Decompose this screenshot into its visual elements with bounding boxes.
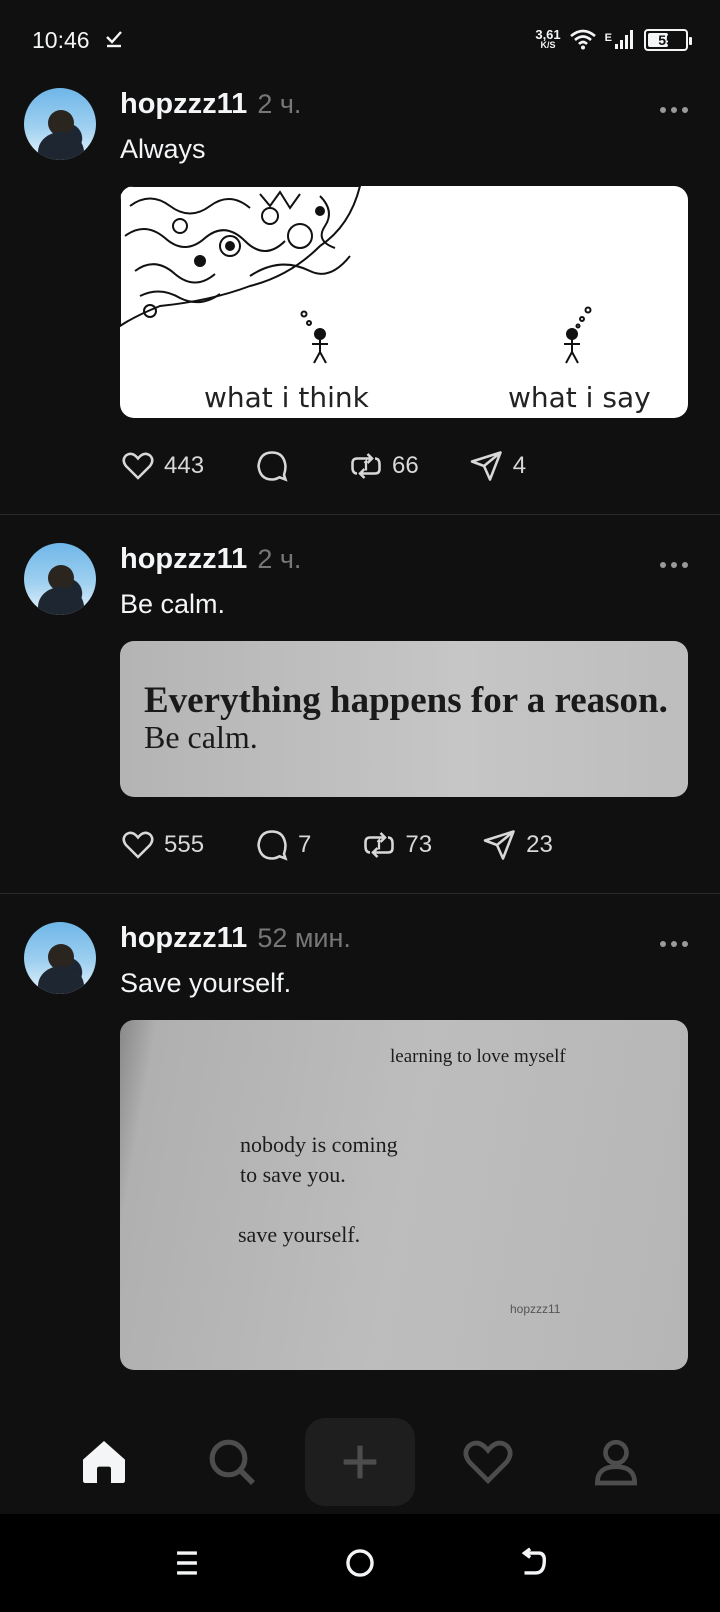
post-time: 52 мин. [257,923,351,953]
nav-home[interactable] [49,1418,159,1506]
like-button[interactable]: 443 [120,448,204,484]
home-icon [83,1441,125,1483]
user-line: hopzzz11 2 ч. [120,543,301,576]
post-header: hopzzz11 2 ч. [120,80,688,128]
quote-line3: save yourself. [238,1222,361,1247]
user-line: hopzzz11 52 мин. [120,922,351,955]
heart-icon [463,1440,513,1484]
image-text-line1: Everything happens for a reason. [144,680,668,721]
status-bar: 10:46 3,61 K/S E 55 [0,0,720,80]
wifi-icon [569,28,597,53]
post-time: 2 ч. [257,544,302,574]
username[interactable]: hopzzz11 [120,922,247,955]
share-count: 23 [526,831,553,858]
more-options-icon[interactable] [660,556,688,574]
reply-button[interactable] [254,448,298,484]
share-count: 4 [512,452,527,479]
post-text: Be calm. [120,589,226,619]
repost-button[interactable]: 66 [348,448,419,484]
post-text: Save yourself. [120,968,292,998]
net-speed-unit: K/S [540,40,556,50]
repost-button[interactable]: 73 [361,827,432,863]
send-icon [483,830,515,860]
status-left: 10:46 [32,27,124,54]
caption-what-i-say: what i say [508,381,651,414]
system-back-button[interactable] [493,1533,573,1593]
repost-icon [364,832,395,858]
post-actions: 555 7 73 23 [120,797,688,893]
back-icon [521,1547,547,1575]
book-header: learning to love myself [390,1046,566,1067]
post[interactable]: hopzzz11 2 ч. Be calm. Everything happen… [0,515,720,894]
more-options-icon[interactable] [660,935,688,953]
profile-icon [594,1439,638,1486]
home-circle-icon [346,1549,374,1577]
status-right: 3,61 K/S E 55 [535,27,692,53]
post-text: Always [120,134,206,164]
share-button[interactable]: 4 [469,448,526,484]
post-image[interactable]: what i think what i say [120,186,688,418]
user-line: hopzzz11 2 ч. [120,88,301,121]
plus-icon [343,1445,377,1479]
nav-profile[interactable] [561,1418,671,1506]
post-header: hopzzz11 2 ч. [120,535,688,583]
image-signature: hopzzz11 [510,1302,561,1316]
post-body: hopzzz11 52 мин. Save yourself. learning… [120,914,688,1370]
post-header: hopzzz11 52 мин. [120,914,688,962]
username[interactable]: hopzzz11 [120,543,247,576]
username[interactable]: hopzzz11 [120,88,247,121]
battery-level: 55 [658,32,674,48]
avatar[interactable] [24,88,96,160]
post-body: hopzzz11 2 ч. Always what i think what i… [120,80,688,514]
repost-count: 66 [392,452,419,479]
send-icon [470,451,502,481]
bottom-nav [0,1410,720,1514]
like-button[interactable]: 555 [120,827,204,863]
battery-icon: 55 [644,29,692,51]
net-speed: 3,61 K/S [535,27,561,51]
post-actions: 443 66 4 [120,418,688,514]
avatar[interactable] [24,543,96,615]
comment-icon [257,830,288,861]
system-home-button[interactable] [320,1533,400,1593]
post-time: 2 ч. [257,89,302,119]
avatar[interactable] [24,922,96,994]
feed[interactable]: hopzzz11 2 ч. Always what i think what i… [0,80,720,1370]
image-text-line2: Be calm. [144,719,258,755]
nav-create[interactable] [305,1418,415,1506]
net-speed-value: 3,61 [535,27,561,42]
system-nav [0,1514,720,1612]
post-image[interactable]: learning to love myself nobody is coming… [120,1020,688,1370]
post[interactable]: hopzzz11 2 ч. Always what i think what i… [0,80,720,515]
quote-line2: to save you. [240,1162,346,1187]
status-time: 10:46 [32,26,90,53]
heart-icon [122,831,154,859]
network-type: E [604,31,612,44]
system-menu-button[interactable] [147,1533,227,1593]
like-count: 443 [164,452,205,479]
repost-count: 73 [405,831,433,858]
caption-what-i-think: what i think [204,381,369,414]
quote-line1: nobody is coming [240,1132,398,1157]
post[interactable]: hopzzz11 52 мин. Save yourself. learning… [0,894,720,1370]
download-done-icon [104,27,124,54]
comment-icon [257,451,288,482]
reply-count: 7 [298,831,312,858]
search-icon [209,1439,255,1485]
heart-icon [122,452,154,480]
repost-icon [351,453,381,479]
nav-search[interactable] [177,1418,287,1506]
nav-activity[interactable] [433,1418,543,1506]
like-count: 555 [164,831,205,858]
more-options-icon[interactable] [660,101,688,119]
share-button[interactable]: 23 [482,827,553,863]
signal-icon [614,28,636,53]
menu-icon [176,1551,197,1575]
post-image[interactable]: Everything happens for a reason. Be calm… [120,641,688,797]
post-body: hopzzz11 2 ч. Be calm. Everything happen… [120,535,688,893]
reply-button[interactable]: 7 [254,827,311,863]
